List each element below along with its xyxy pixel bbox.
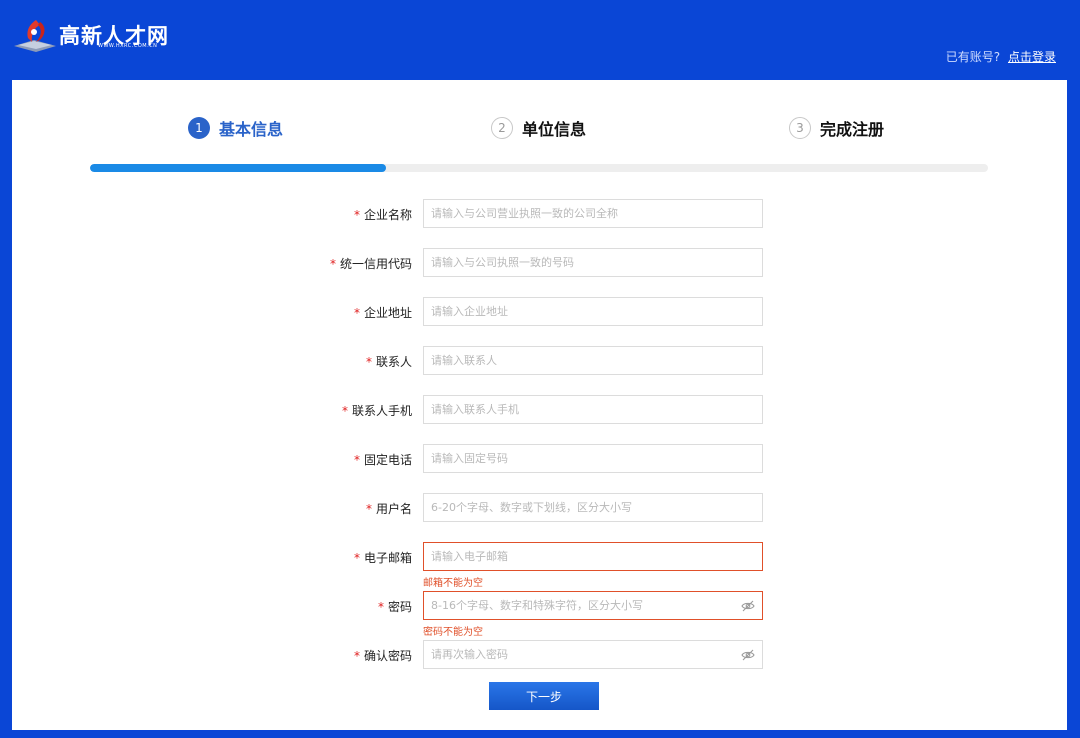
step-number: 3 xyxy=(789,117,811,139)
password-label: * 密码 xyxy=(377,600,412,614)
contact-mobile-input[interactable] xyxy=(423,395,763,424)
landline-label: * 固定电话 xyxy=(353,453,412,467)
step-label: 基本信息 xyxy=(219,120,284,139)
step-label: 单位信息 xyxy=(522,120,587,139)
password-error-message: 密码不能为空 xyxy=(423,627,483,638)
form-row-confirm-password: * 确认密码 xyxy=(12,640,1067,670)
contact-input[interactable] xyxy=(423,346,763,375)
login-link[interactable]: 点击登录 xyxy=(1008,50,1056,64)
email-error-message: 邮箱不能为空 xyxy=(423,578,483,589)
username-input[interactable] xyxy=(423,493,763,522)
company-address-input[interactable] xyxy=(423,297,763,326)
credit-code-label: * 统一信用代码 xyxy=(329,257,412,271)
form-row-landline: * 固定电话 xyxy=(12,444,1067,474)
logo-emblem-icon xyxy=(14,20,56,52)
company-address-label: * 企业地址 xyxy=(353,306,412,320)
contact-label: * 联系人 xyxy=(365,355,412,369)
required-mark: * xyxy=(353,551,360,565)
required-mark: * xyxy=(353,453,360,467)
progress-fill xyxy=(90,164,387,172)
confirm-password-input[interactable] xyxy=(423,640,763,669)
required-mark: * xyxy=(353,306,360,320)
required-mark: * xyxy=(365,355,372,369)
company-name-label: * 企业名称 xyxy=(353,208,412,222)
confirm-password-label: * 确认密码 xyxy=(353,649,412,663)
next-step-button[interactable]: 下一步 xyxy=(489,682,599,710)
step-complete: 3 完成注册 xyxy=(789,116,884,140)
eye-hidden-icon[interactable] xyxy=(741,648,755,662)
step-label: 完成注册 xyxy=(820,120,885,139)
landline-input[interactable] xyxy=(423,444,763,473)
form-row-password: * 密码 密码不能为空 xyxy=(12,591,1067,638)
form-row-credit-code: * 统一信用代码 xyxy=(12,248,1067,278)
credit-code-input[interactable] xyxy=(423,248,763,277)
required-mark: * xyxy=(353,208,360,222)
required-mark: * xyxy=(377,600,384,614)
step-basic-info: 1 基本信息 xyxy=(188,116,283,140)
step-company-info: 2 单位信息 xyxy=(491,116,586,140)
step-number: 2 xyxy=(491,117,513,139)
form-row-company-address: * 企业地址 xyxy=(12,297,1067,327)
form-row-company-name: * 企业名称 xyxy=(12,199,1067,229)
password-input[interactable] xyxy=(423,591,763,620)
login-area: 已有账号? 点击登录 xyxy=(946,48,1056,65)
username-label: * 用户名 xyxy=(365,502,412,516)
form-row-email: *电子邮箱 邮箱不能为空 xyxy=(12,542,1067,589)
header: 高新人才网 WWW.HXRC.COM.CN 已有账号? 点击登录 xyxy=(0,0,1080,80)
required-mark: * xyxy=(341,404,348,418)
required-mark: * xyxy=(365,502,372,516)
registration-card: 1 基本信息 2 单位信息 3 完成注册 *企业名称 *统一信用代码 *企业地址… xyxy=(12,80,1067,730)
required-mark: * xyxy=(329,257,336,271)
email-label: * 电子邮箱 xyxy=(353,551,412,565)
eye-hidden-icon[interactable] xyxy=(741,599,755,613)
login-prompt: 已有账号? xyxy=(945,50,1001,64)
form-row-username: * 用户名 xyxy=(12,493,1067,523)
logo-subtext: WWW.HXRC.COM.CN xyxy=(98,43,158,49)
form-row-contact: * 联系人 xyxy=(12,346,1067,376)
form-row-contact-mobile: * 联系人手机 xyxy=(12,395,1067,425)
contact-mobile-label: * 联系人手机 xyxy=(341,404,412,418)
step-number: 1 xyxy=(188,117,210,139)
site-logo[interactable]: 高新人才网 WWW.HXRC.COM.CN xyxy=(12,16,172,58)
progress-bar xyxy=(90,164,988,172)
required-mark: * xyxy=(353,649,360,663)
company-name-input[interactable] xyxy=(423,199,763,228)
email-input[interactable] xyxy=(423,542,763,571)
